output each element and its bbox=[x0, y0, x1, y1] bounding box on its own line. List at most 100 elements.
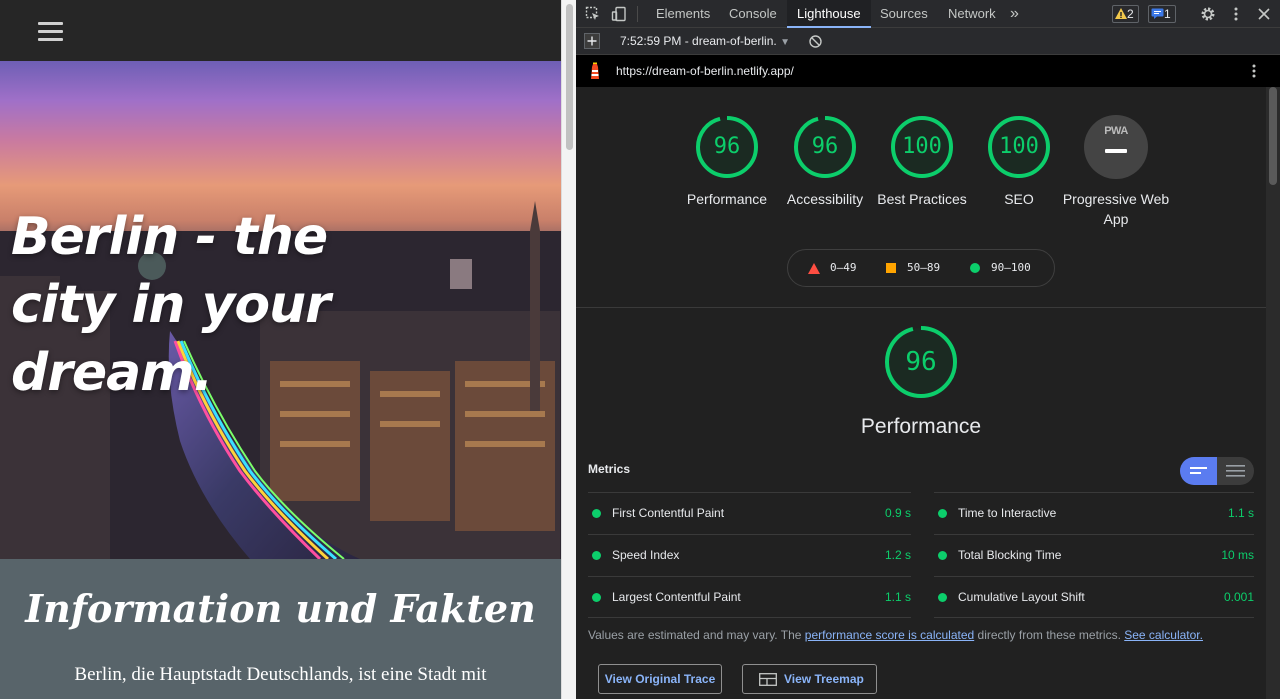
new-report-plus-icon[interactable] bbox=[584, 33, 600, 49]
score-performance: 96 bbox=[713, 134, 741, 159]
device-toolbar-icon[interactable] bbox=[611, 6, 627, 22]
pass-dot-icon bbox=[592, 551, 601, 560]
messages-badge[interactable]: 1 bbox=[1148, 5, 1176, 23]
metric-value: 1.1 s bbox=[884, 590, 911, 604]
metrics-bottom-divider bbox=[588, 617, 911, 618]
performance-score-large: 96 bbox=[905, 347, 937, 377]
score-seo: 100 bbox=[999, 134, 1039, 159]
metric-value: 1.1 s bbox=[1227, 506, 1254, 520]
tab-lighthouse[interactable]: Lighthouse bbox=[787, 0, 871, 28]
settings-gear-icon[interactable] bbox=[1200, 6, 1216, 22]
pwa-badge-text: PWA bbox=[1104, 125, 1128, 137]
dropdown-triangle-icon: ▼ bbox=[780, 37, 790, 48]
message-icon bbox=[1151, 8, 1164, 19]
score-calculated-link[interactable]: performance score is calculated bbox=[805, 628, 974, 642]
lighthouse-logo-icon bbox=[591, 62, 599, 79]
average-square-icon bbox=[886, 263, 896, 273]
metrics-bottom-divider bbox=[934, 617, 1254, 618]
fail-triangle-icon bbox=[808, 263, 820, 274]
hero-title: Berlin - the city in your dream. bbox=[11, 207, 331, 403]
metric-row: Time to Interactive 1.1 s bbox=[934, 492, 1254, 534]
lighthouse-toolbar: 7:52:59 PM - dream-of-berlin. ▼ bbox=[576, 28, 1280, 55]
report-url[interactable]: https://dream-of-berlin.netlify.app/ bbox=[616, 55, 794, 87]
metric-name: Cumulative Layout Shift bbox=[958, 590, 1085, 604]
inspect-element-icon[interactable] bbox=[585, 6, 601, 22]
tab-console[interactable]: Console bbox=[719, 0, 787, 28]
gauge-performance[interactable]: 96 bbox=[695, 115, 759, 179]
tab-network[interactable]: Network bbox=[938, 0, 1006, 28]
score-best-practices: 100 bbox=[902, 134, 942, 159]
tab-elements[interactable]: Elements bbox=[646, 0, 720, 28]
label-seo: SEO bbox=[1004, 191, 1034, 207]
page-scrollbar-thumb[interactable] bbox=[566, 4, 573, 150]
section-paragraph: Berlin, die Hauptstadt Deutschlands, ist… bbox=[74, 664, 487, 685]
label-best-practices: Best Practices bbox=[877, 191, 967, 207]
warnings-count: 2 bbox=[1127, 7, 1134, 21]
metrics-heading: Metrics bbox=[588, 462, 631, 476]
gauge-accessibility[interactable]: 96 bbox=[793, 115, 857, 179]
toggle-summary-view[interactable] bbox=[1180, 457, 1217, 485]
website-preview: Berlin - the city in your dream. Informa… bbox=[0, 0, 561, 699]
metric-row: First Contentful Paint 0.9 s bbox=[588, 492, 911, 534]
metric-value: 1.2 s bbox=[884, 548, 911, 562]
metric-name: Speed Index bbox=[612, 548, 680, 562]
performance-heading: Performance bbox=[860, 415, 982, 438]
hamburger-menu-icon[interactable] bbox=[38, 22, 63, 42]
devtools-scrollbar-thumb[interactable] bbox=[1269, 87, 1277, 185]
devtools-scrollbar[interactable] bbox=[1266, 87, 1280, 699]
gauge-pwa[interactable]: PWA bbox=[1084, 115, 1148, 179]
metric-row: Speed Index 1.2 s bbox=[588, 534, 911, 576]
pass-dot-icon bbox=[938, 593, 947, 602]
clear-report-block-icon[interactable] bbox=[809, 35, 822, 48]
metric-name: First Contentful Paint bbox=[612, 506, 725, 520]
hero-image: Berlin - the city in your dream. bbox=[0, 61, 561, 559]
metric-row: Largest Contentful Paint 1.1 s bbox=[588, 576, 911, 618]
legend-pass: 90–100 bbox=[991, 261, 1031, 274]
pass-dot-icon bbox=[938, 551, 947, 560]
pass-dot-icon bbox=[938, 509, 947, 518]
view-original-trace-button[interactable]: View Original Trace bbox=[598, 664, 722, 694]
metric-row: Total Blocking Time 10 ms bbox=[934, 534, 1254, 576]
metrics-view-toggle[interactable] bbox=[1180, 457, 1254, 485]
tab-sources[interactable]: Sources bbox=[870, 0, 938, 28]
metric-row: Cumulative Layout Shift 0.001 bbox=[934, 576, 1254, 618]
label-accessibility: Accessibility bbox=[786, 191, 864, 207]
view-treemap-label: View Treemap bbox=[784, 672, 864, 686]
page-scrollbar[interactable] bbox=[561, 0, 576, 699]
more-options-kebab-icon[interactable] bbox=[1228, 6, 1244, 22]
treemap-icon bbox=[759, 673, 777, 686]
lighthouse-report: 96 Performance 96 Accessibility 100 Best… bbox=[576, 87, 1280, 699]
gauge-seo[interactable]: 100 bbox=[987, 115, 1051, 179]
metric-value: 0.001 bbox=[1223, 590, 1254, 604]
pass-dot-icon bbox=[592, 509, 601, 518]
report-selector-label: 7:52:59 PM - dream-of-berlin. bbox=[620, 34, 777, 48]
section-heading: Information und Fakten bbox=[25, 586, 536, 631]
close-devtools-icon[interactable] bbox=[1256, 6, 1272, 22]
metrics-disclaimer: Values are estimated and may vary. The p… bbox=[588, 628, 1203, 642]
more-tabs-chevron-icon[interactable]: » bbox=[1004, 0, 1025, 28]
devtools-tabbar: Elements Console Lighthouse Sources Netw… bbox=[576, 0, 1280, 28]
gauge-best-practices[interactable]: 100 bbox=[890, 115, 954, 179]
metric-name: Time to Interactive bbox=[958, 506, 1057, 520]
note-text: Values are estimated and may vary. The bbox=[588, 628, 805, 642]
warning-icon bbox=[1115, 8, 1127, 19]
messages-count: 1 bbox=[1164, 7, 1171, 21]
see-calculator-link[interactable]: See calculator. bbox=[1124, 628, 1203, 642]
view-treemap-button[interactable]: View Treemap bbox=[742, 664, 877, 694]
detailed-lines-icon[interactable] bbox=[1226, 465, 1245, 477]
label-performance: Performance bbox=[686, 191, 768, 207]
note-text-mid: directly from these metrics. bbox=[974, 628, 1125, 642]
warnings-badge[interactable]: 2 bbox=[1112, 5, 1139, 23]
devtools-panel: Elements Console Lighthouse Sources Netw… bbox=[576, 0, 1280, 699]
performance-gauge-large: 96 bbox=[884, 325, 958, 399]
label-pwa: Progressive Web App bbox=[1062, 191, 1170, 227]
site-navbar bbox=[0, 0, 561, 61]
legend-average: 50–89 bbox=[907, 261, 941, 274]
pass-dot-icon bbox=[592, 593, 601, 602]
report-menu-kebab-icon[interactable] bbox=[1252, 63, 1256, 79]
metric-value: 10 ms bbox=[1221, 548, 1254, 562]
legend-fail: 0–49 bbox=[830, 261, 857, 274]
score-accessibility: 96 bbox=[811, 134, 839, 159]
metric-name: Largest Contentful Paint bbox=[612, 590, 741, 604]
report-selector[interactable]: 7:52:59 PM - dream-of-berlin. ▼ bbox=[620, 28, 790, 56]
